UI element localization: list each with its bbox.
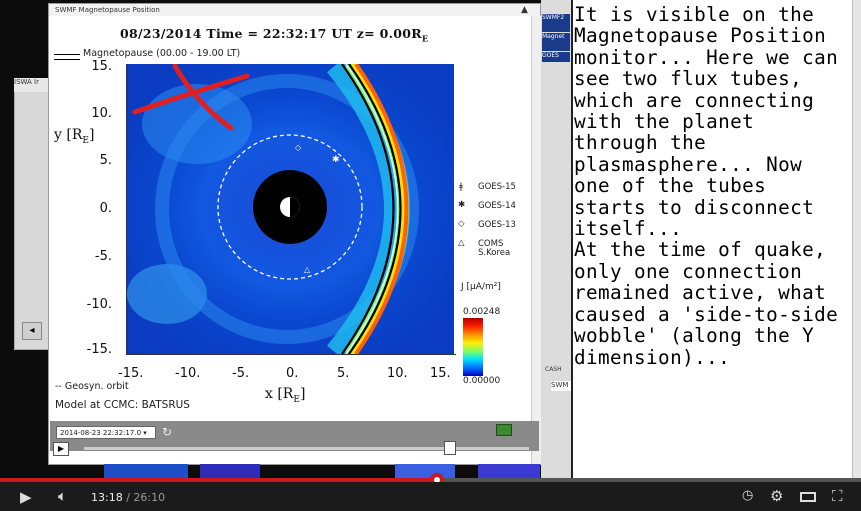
x-tick-label: -5. xyxy=(232,366,250,381)
animation-slider-track[interactable] xyxy=(84,447,529,450)
y-tick-label: 0. xyxy=(99,201,112,216)
y-tick-label: -10. xyxy=(86,297,112,312)
x-axis-line xyxy=(126,354,456,355)
x-tick-label: 0. xyxy=(286,366,299,381)
time-separator: / xyxy=(122,491,134,504)
x-tick-label: -10. xyxy=(175,366,201,381)
y-tick-label: 15. xyxy=(91,59,112,74)
x-axis-label-text: x [R xyxy=(265,386,294,402)
background-window-title: ISWA Ir xyxy=(14,78,50,92)
narrative-text: It is visible on the Magnetopause Positi… xyxy=(574,3,839,369)
theater-mode-icon[interactable] xyxy=(800,492,816,502)
background-thumb: SWMF2 xyxy=(542,14,570,32)
goes15-icon: ǂ xyxy=(459,182,463,192)
colorbar xyxy=(463,318,483,376)
geosync-legend: -- Geosyn. orbit xyxy=(55,381,129,392)
gear-icon[interactable]: ⚙ xyxy=(770,487,783,505)
background-thumb: Magnet xyxy=(542,33,570,51)
date-select[interactable]: 2014-08-23 22:32:17.0 ▾ xyxy=(56,426,156,439)
thumbnail[interactable] xyxy=(200,464,260,478)
satellite-label: S.Korea xyxy=(478,248,511,258)
model-credit: Model at CCMC: BATSRUS xyxy=(55,399,190,411)
magnetopause-legend: Magnetopause (00.00 - 19.00 LT) xyxy=(83,48,241,59)
y-axis-line xyxy=(126,64,127,355)
watch-later-icon[interactable]: ◷ xyxy=(742,488,753,503)
y-tick-label: -15. xyxy=(86,342,112,357)
x-axis-label-sub: E xyxy=(293,394,300,405)
window-scrollbar[interactable] xyxy=(531,16,541,464)
volume-icon[interactable]: 🔈︎ xyxy=(58,487,67,505)
colorbar-max: 0.00248 xyxy=(463,307,501,317)
fullscreen-icon[interactable]: ⛶ xyxy=(832,487,843,505)
satellite-label: GOES-14 xyxy=(478,201,516,211)
background-label: CASH xyxy=(545,366,562,373)
background-strip xyxy=(541,0,571,478)
current-time: 13:18 xyxy=(91,491,123,504)
x-tick-label: 10. xyxy=(387,366,408,381)
window-collapse-icon[interactable]: ▲ xyxy=(521,4,528,16)
thumbnail[interactable] xyxy=(395,464,455,478)
animation-play-button[interactable]: ▶ xyxy=(53,442,69,456)
magnetosphere-plot: ✱ ◇ △ xyxy=(127,64,454,354)
flag-icon[interactable] xyxy=(496,424,512,436)
background-label: SWM xyxy=(551,381,571,391)
x-tick-label: 15. xyxy=(430,366,451,381)
goes14-marker-icon: ✱ xyxy=(332,155,340,165)
plot-header-subscript: E xyxy=(421,33,429,44)
plot-header-text: 08/23/2014 Time = 22:32:17 UT z= 0.00R xyxy=(120,26,422,41)
refresh-icon[interactable]: ↻ xyxy=(162,425,172,439)
x-tick-label: -15. xyxy=(118,366,144,381)
thumbnail[interactable] xyxy=(478,464,540,478)
y-axis-label: y [RE] xyxy=(54,127,94,146)
y-axis-label-sub: E xyxy=(82,135,89,146)
goes13-icon: ◇ xyxy=(458,219,465,229)
animation-slider-thumb[interactable] xyxy=(444,441,456,455)
video-time: 13:18 / 26:10 xyxy=(91,491,165,504)
total-time: 26:10 xyxy=(133,491,166,504)
y-axis-label-text: y [R xyxy=(54,127,83,143)
thumbnail[interactable] xyxy=(104,464,188,478)
background-window-button[interactable]: ◂ xyxy=(22,322,42,340)
x-axis-label-close: ] xyxy=(299,386,306,402)
satellite-label: GOES-13 xyxy=(478,220,516,230)
y-tick-label: 10. xyxy=(91,106,112,121)
colorbar-min: 0.00000 xyxy=(463,376,501,386)
satellite-label: GOES-15 xyxy=(478,182,516,192)
y-tick-label: 5. xyxy=(99,153,112,168)
x-tick-label: 5. xyxy=(337,366,350,381)
coms-icon: △ xyxy=(458,238,465,248)
background-thumb: GOES xyxy=(542,52,570,62)
window-title: SWMF Magnetopause Position xyxy=(55,6,160,14)
x-axis-label: x [RE] xyxy=(265,386,305,405)
goes14-icon: ✱ xyxy=(458,200,466,210)
y-tick-label: -5. xyxy=(94,249,112,264)
colorbar-title: J [μA/m²] xyxy=(461,282,501,292)
coms-marker-icon: △ xyxy=(304,265,311,274)
goes13-marker-icon: ◇ xyxy=(295,143,302,152)
plot-header: 08/23/2014 Time = 22:32:17 UT z= 0.00RE xyxy=(120,26,428,44)
y-axis-label-close: ] xyxy=(88,127,95,143)
play-icon[interactable]: ▶ xyxy=(20,488,32,506)
narrative-scrollbar[interactable] xyxy=(852,0,861,478)
date-select-value: 2014-08-23 22:32:17.0 xyxy=(60,429,142,437)
